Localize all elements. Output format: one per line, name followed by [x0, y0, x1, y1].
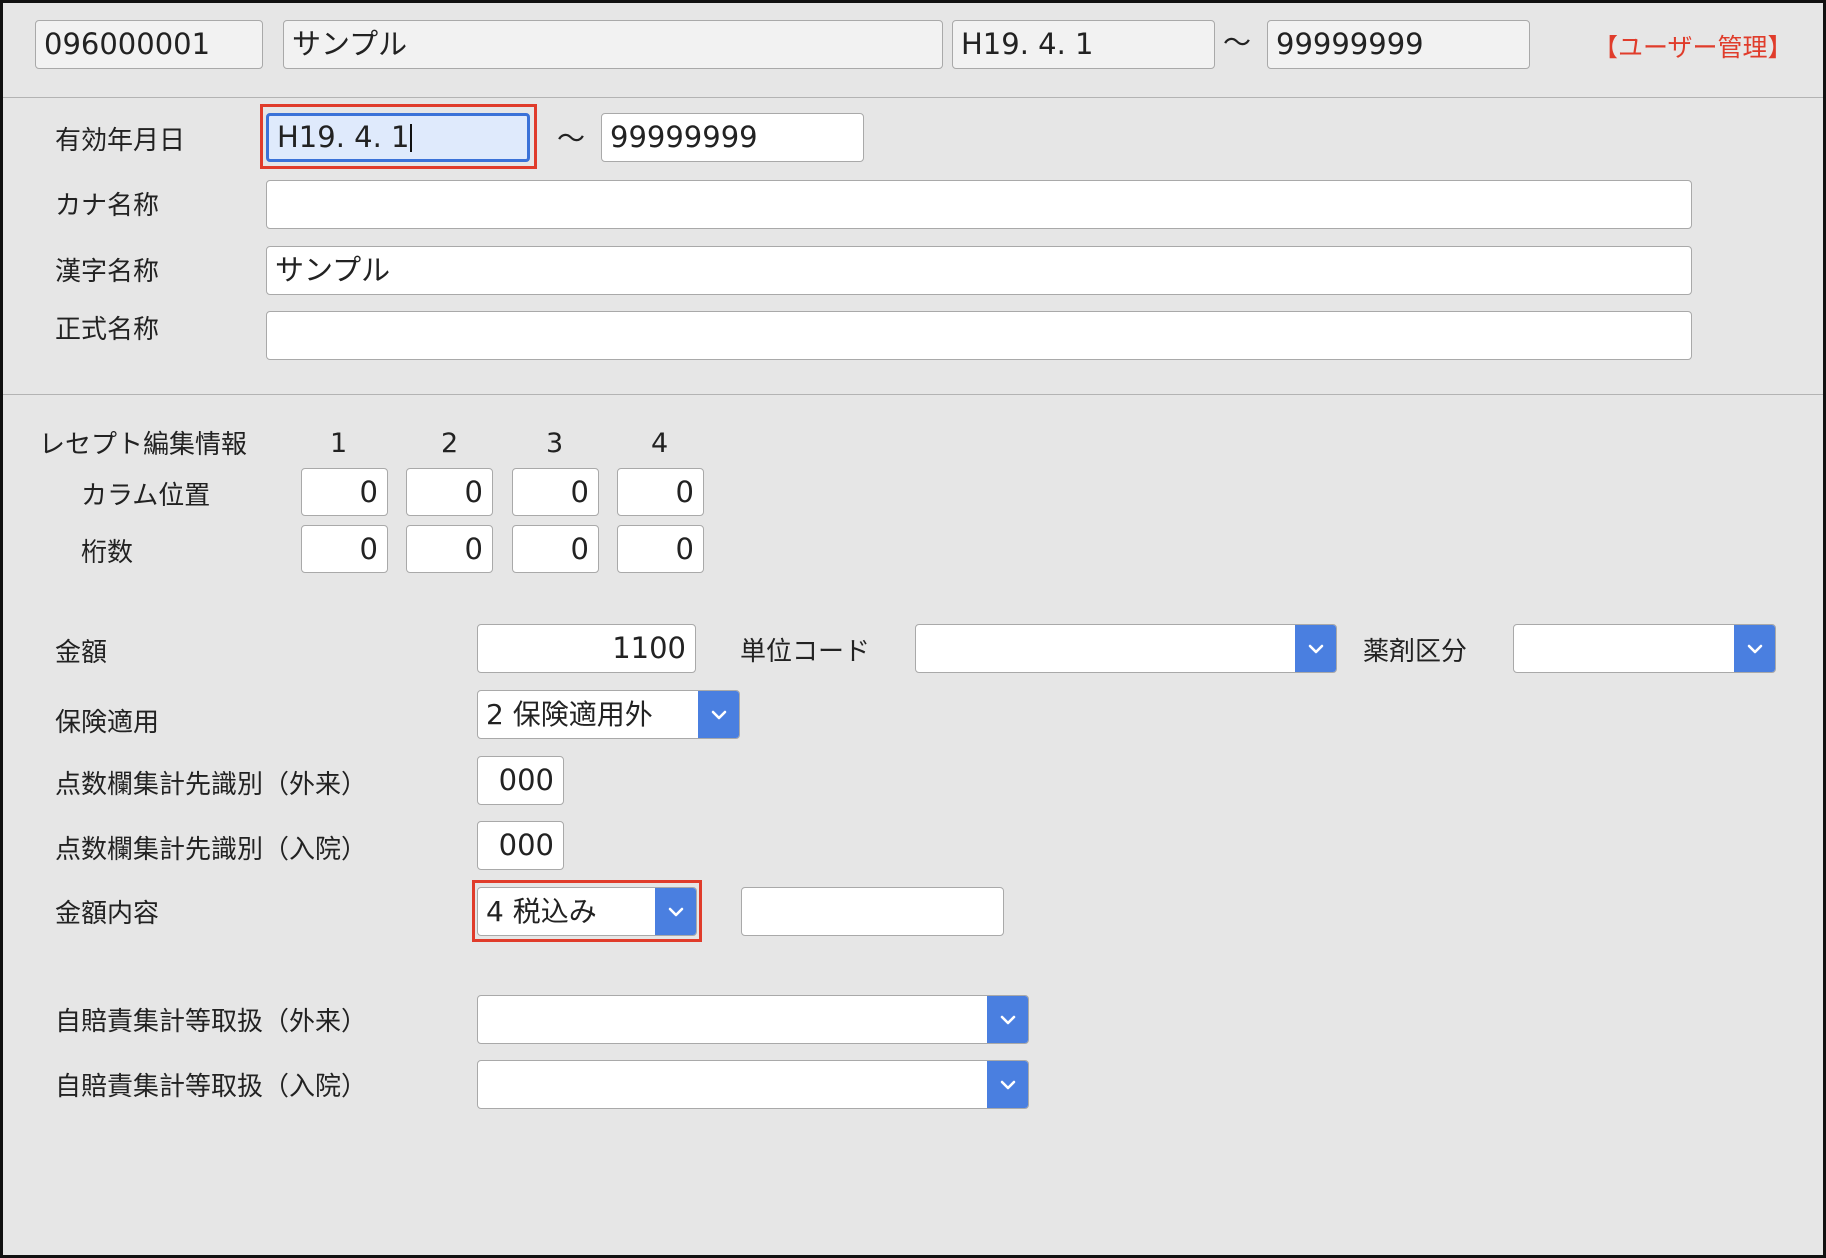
- kanji-name-input[interactable]: サンプル: [266, 246, 1692, 295]
- digits-label: 桁数: [81, 538, 134, 568]
- column-position-input-3[interactable]: 0: [512, 468, 599, 516]
- kana-name-input[interactable]: [266, 180, 1692, 229]
- unit-code-select[interactable]: [915, 624, 1337, 673]
- column-position-label: カラム位置: [81, 481, 211, 511]
- chevron-down-icon[interactable]: [698, 691, 739, 738]
- header-code-field: 096000001: [35, 20, 263, 69]
- unit-code-label: 単位コード: [740, 637, 871, 667]
- auto-liability-in-label: 自賠責集計等取扱（入院）: [55, 1072, 368, 1102]
- chevron-down-icon[interactable]: [1734, 625, 1775, 672]
- valid-from-input[interactable]: H19. 4. 1: [266, 113, 530, 162]
- text-cursor: [410, 123, 413, 152]
- drug-class-label: 薬剤区分: [1363, 637, 1468, 667]
- kana-name-label: カナ名称: [55, 191, 160, 221]
- master-edit-window: 096000001 サンプル H19. 4. 1 〜 99999999 【ユーザ…: [0, 0, 1826, 1258]
- chevron-down-icon[interactable]: [1295, 625, 1336, 672]
- column-position-input-4[interactable]: 0: [617, 468, 704, 516]
- header-start-date-field: H19. 4. 1: [952, 20, 1215, 69]
- receipt-col-header-4: 4: [651, 428, 669, 459]
- valid-date-tilde: 〜: [557, 122, 586, 155]
- amount-label: 金額: [55, 638, 108, 668]
- header-name-field: サンプル: [283, 20, 943, 69]
- divider-top: [3, 97, 1823, 98]
- digits-input-3[interactable]: 0: [512, 525, 599, 573]
- chevron-down-icon[interactable]: [987, 996, 1028, 1043]
- auto-liability-out-label: 自賠責集計等取扱（外来）: [55, 1007, 368, 1037]
- score-in-label: 点数欄集計先識別（入院）: [55, 835, 368, 865]
- column-position-input-1[interactable]: 0: [301, 468, 388, 516]
- chevron-down-icon[interactable]: [655, 888, 696, 935]
- receipt-col-header-1: 1: [330, 428, 348, 459]
- receipt-edit-title: レセプト編集情報: [39, 430, 248, 460]
- receipt-col-header-2: 2: [441, 428, 459, 459]
- divider-middle: [3, 394, 1823, 395]
- score-out-input[interactable]: 000: [477, 756, 564, 805]
- amount-input[interactable]: 1100: [477, 624, 696, 673]
- receipt-col-header-3: 3: [546, 428, 564, 459]
- mode-badge: 【ユーザー管理】: [1593, 33, 1793, 62]
- digits-input-4[interactable]: 0: [617, 525, 704, 573]
- digits-input-2[interactable]: 0: [406, 525, 493, 573]
- valid-date-label: 有効年月日: [55, 126, 186, 156]
- auto-liability-in-select[interactable]: [477, 1060, 1029, 1109]
- insurance-label: 保険適用: [55, 708, 160, 738]
- amount-content-select[interactable]: 4 税込み: [477, 887, 697, 936]
- chevron-down-icon[interactable]: [987, 1061, 1028, 1108]
- valid-to-input[interactable]: 99999999: [601, 113, 864, 162]
- amount-content-extra-input[interactable]: [741, 887, 1004, 936]
- formal-name-label: 正式名称: [55, 315, 160, 345]
- score-in-input[interactable]: 000: [477, 821, 564, 870]
- digits-input-1[interactable]: 0: [301, 525, 388, 573]
- formal-name-input[interactable]: [266, 311, 1692, 360]
- drug-class-select[interactable]: [1513, 624, 1776, 673]
- score-out-label: 点数欄集計先識別（外来）: [55, 770, 368, 800]
- header-end-date-field: 99999999: [1267, 20, 1530, 69]
- auto-liability-out-select[interactable]: [477, 995, 1029, 1044]
- header-tilde: 〜: [1223, 26, 1252, 59]
- column-position-input-2[interactable]: 0: [406, 468, 493, 516]
- kanji-name-label: 漢字名称: [55, 257, 160, 287]
- insurance-select[interactable]: 2 保険適用外: [477, 690, 740, 739]
- amount-content-label: 金額内容: [55, 899, 160, 929]
